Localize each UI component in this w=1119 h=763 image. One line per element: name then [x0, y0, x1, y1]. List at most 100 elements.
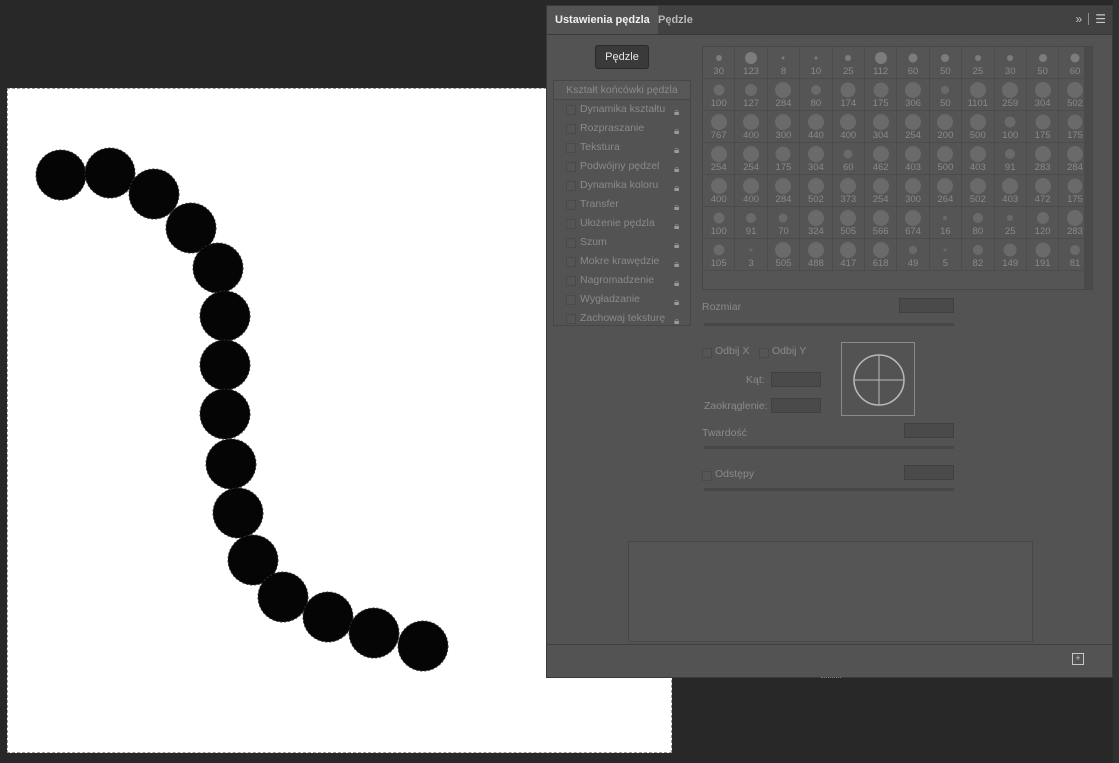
brush-preset[interactable]: 674	[897, 207, 930, 239]
hardness-slider[interactable]	[704, 446, 954, 449]
size-field[interactable]	[899, 298, 954, 313]
brush-preset[interactable]: 105	[703, 239, 736, 271]
brush-preset[interactable]: 400	[735, 175, 768, 207]
lock-icon[interactable]: 🔒︎	[674, 236, 684, 251]
brush-preset[interactable]: 123	[735, 47, 768, 79]
lock-icon[interactable]: 🔒︎	[674, 141, 684, 156]
brush-option-row[interactable]: Dynamika kształtu 🔒︎	[554, 100, 690, 119]
lock-icon[interactable]: 🔒︎	[674, 312, 684, 327]
lock-icon[interactable]: 🔒︎	[674, 160, 684, 175]
brush-preset[interactable]: 8	[767, 47, 801, 79]
brush-preset[interactable]: 264	[929, 175, 963, 207]
hamburger-menu-icon[interactable]: ☰	[1095, 12, 1106, 26]
brush-preset[interactable]: 30	[994, 47, 1027, 79]
brush-preset[interactable]: 91	[994, 143, 1027, 175]
window-scrollbar[interactable]	[1113, 0, 1119, 763]
brush-preset[interactable]: 50	[929, 47, 963, 79]
brush-preset[interactable]: 284	[767, 175, 801, 207]
brush-preset[interactable]: 400	[832, 111, 865, 143]
brush-preset[interactable]: 91	[735, 207, 768, 239]
brush-preset[interactable]: 472	[1026, 175, 1060, 207]
size-slider[interactable]	[704, 323, 954, 326]
brush-preset[interactable]: 5	[929, 239, 963, 271]
brush-preset[interactable]: 300	[897, 175, 930, 207]
brush-preset[interactable]: 304	[1026, 79, 1060, 111]
brush-option-row[interactable]: Dynamika koloru 🔒︎	[554, 176, 690, 195]
lock-icon[interactable]: 🔒︎	[674, 198, 684, 213]
brush-preset[interactable]: 25	[962, 47, 995, 79]
brush-preset[interactable]: 259	[994, 79, 1027, 111]
brush-preset[interactable]: 618	[864, 239, 898, 271]
spacing-checkbox[interactable]	[702, 471, 712, 481]
brush-preset[interactable]: 191	[1026, 239, 1060, 271]
brush-preset[interactable]: 120	[1026, 207, 1060, 239]
brush-preset[interactable]: 373	[832, 175, 865, 207]
brush-preset[interactable]: 175	[1026, 111, 1060, 143]
brush-preset[interactable]: 505	[767, 239, 801, 271]
brush-preset[interactable]: 149	[994, 239, 1027, 271]
angle-field[interactable]	[771, 372, 821, 387]
lock-icon[interactable]: 🔒︎	[674, 122, 684, 137]
roundness-field[interactable]	[771, 398, 821, 413]
brush-preset[interactable]: 1101	[962, 79, 995, 111]
brush-preset[interactable]: 254	[703, 143, 736, 175]
brush-preset[interactable]: 60	[897, 47, 930, 79]
brush-preset[interactable]: 400	[703, 175, 736, 207]
brush-preset[interactable]: 175	[767, 143, 801, 175]
brush-preset[interactable]: 50	[929, 79, 963, 111]
lock-icon[interactable]: 🔒︎	[674, 179, 684, 194]
brush-preset[interactable]: 70	[767, 207, 801, 239]
brush-preset[interactable]: 10	[800, 47, 833, 79]
brush-preset[interactable]: 100	[994, 111, 1027, 143]
brush-preset[interactable]: 49	[897, 239, 930, 271]
new-brush-plus-icon[interactable]: +	[1072, 653, 1084, 665]
flip-x-checkbox[interactable]	[702, 348, 712, 358]
brush-preset[interactable]: 127	[735, 79, 768, 111]
brush-preset[interactable]: 25	[832, 47, 865, 79]
brush-preset[interactable]: 16	[929, 207, 963, 239]
brush-angle-preview[interactable]	[841, 342, 915, 416]
brush-preset[interactable]: 304	[864, 111, 898, 143]
brush-preset[interactable]: 284	[767, 79, 801, 111]
brush-preset[interactable]: 502	[962, 175, 995, 207]
tab-brushes[interactable]: Pędzle	[650, 6, 701, 34]
brush-option-row[interactable]: Zachowaj teksturę 🔒︎	[554, 309, 690, 328]
brush-preset[interactable]: 400	[735, 111, 768, 143]
brush-preset[interactable]: 30	[703, 47, 736, 79]
brush-option-row[interactable]: Nagromadzenie 🔒︎	[554, 271, 690, 290]
double-chevron-right-icon[interactable]: »	[1076, 12, 1083, 26]
option-checkbox[interactable]	[566, 200, 576, 210]
lock-icon[interactable]: 🔒︎	[674, 293, 684, 308]
option-checkbox[interactable]	[566, 276, 576, 286]
option-checkbox[interactable]	[566, 105, 576, 115]
option-checkbox[interactable]	[566, 219, 576, 229]
brush-option-row[interactable]: Wygładzanie 🔒︎	[554, 290, 690, 309]
grid-scrollbar[interactable]	[1084, 47, 1092, 289]
brush-preset[interactable]: 254	[864, 175, 898, 207]
brush-preset[interactable]: 175	[864, 79, 898, 111]
flip-y-checkbox[interactable]	[759, 348, 769, 358]
brush-option-row[interactable]: Podwójny pędzel 🔒︎	[554, 157, 690, 176]
brush-preset[interactable]: 462	[864, 143, 898, 175]
brush-preset[interactable]: 417	[832, 239, 865, 271]
brush-preset[interactable]: 403	[994, 175, 1027, 207]
hardness-field[interactable]	[904, 423, 954, 438]
brush-preset[interactable]: 488	[800, 239, 833, 271]
brush-preset[interactable]: 304	[800, 143, 833, 175]
option-checkbox[interactable]	[566, 124, 576, 134]
brush-preset[interactable]: 82	[962, 239, 995, 271]
brush-preset[interactable]: 80	[962, 207, 995, 239]
brush-preset[interactable]: 112	[864, 47, 898, 79]
option-checkbox[interactable]	[566, 143, 576, 153]
brush-preset[interactable]: 300	[767, 111, 801, 143]
option-checkbox[interactable]	[566, 257, 576, 267]
lock-icon[interactable]: 🔒︎	[674, 217, 684, 232]
lock-icon[interactable]: 🔒︎	[674, 255, 684, 270]
brush-preset[interactable]: 767	[703, 111, 736, 143]
brushes-button[interactable]: Pędzle	[595, 45, 649, 69]
brush-option-row[interactable]: Mokre krawędzie 🔒︎	[554, 252, 690, 271]
brush-preset[interactable]: 80	[800, 79, 833, 111]
brush-preset[interactable]: 3	[735, 239, 768, 271]
option-checkbox[interactable]	[566, 162, 576, 172]
brush-preset[interactable]: 440	[800, 111, 833, 143]
